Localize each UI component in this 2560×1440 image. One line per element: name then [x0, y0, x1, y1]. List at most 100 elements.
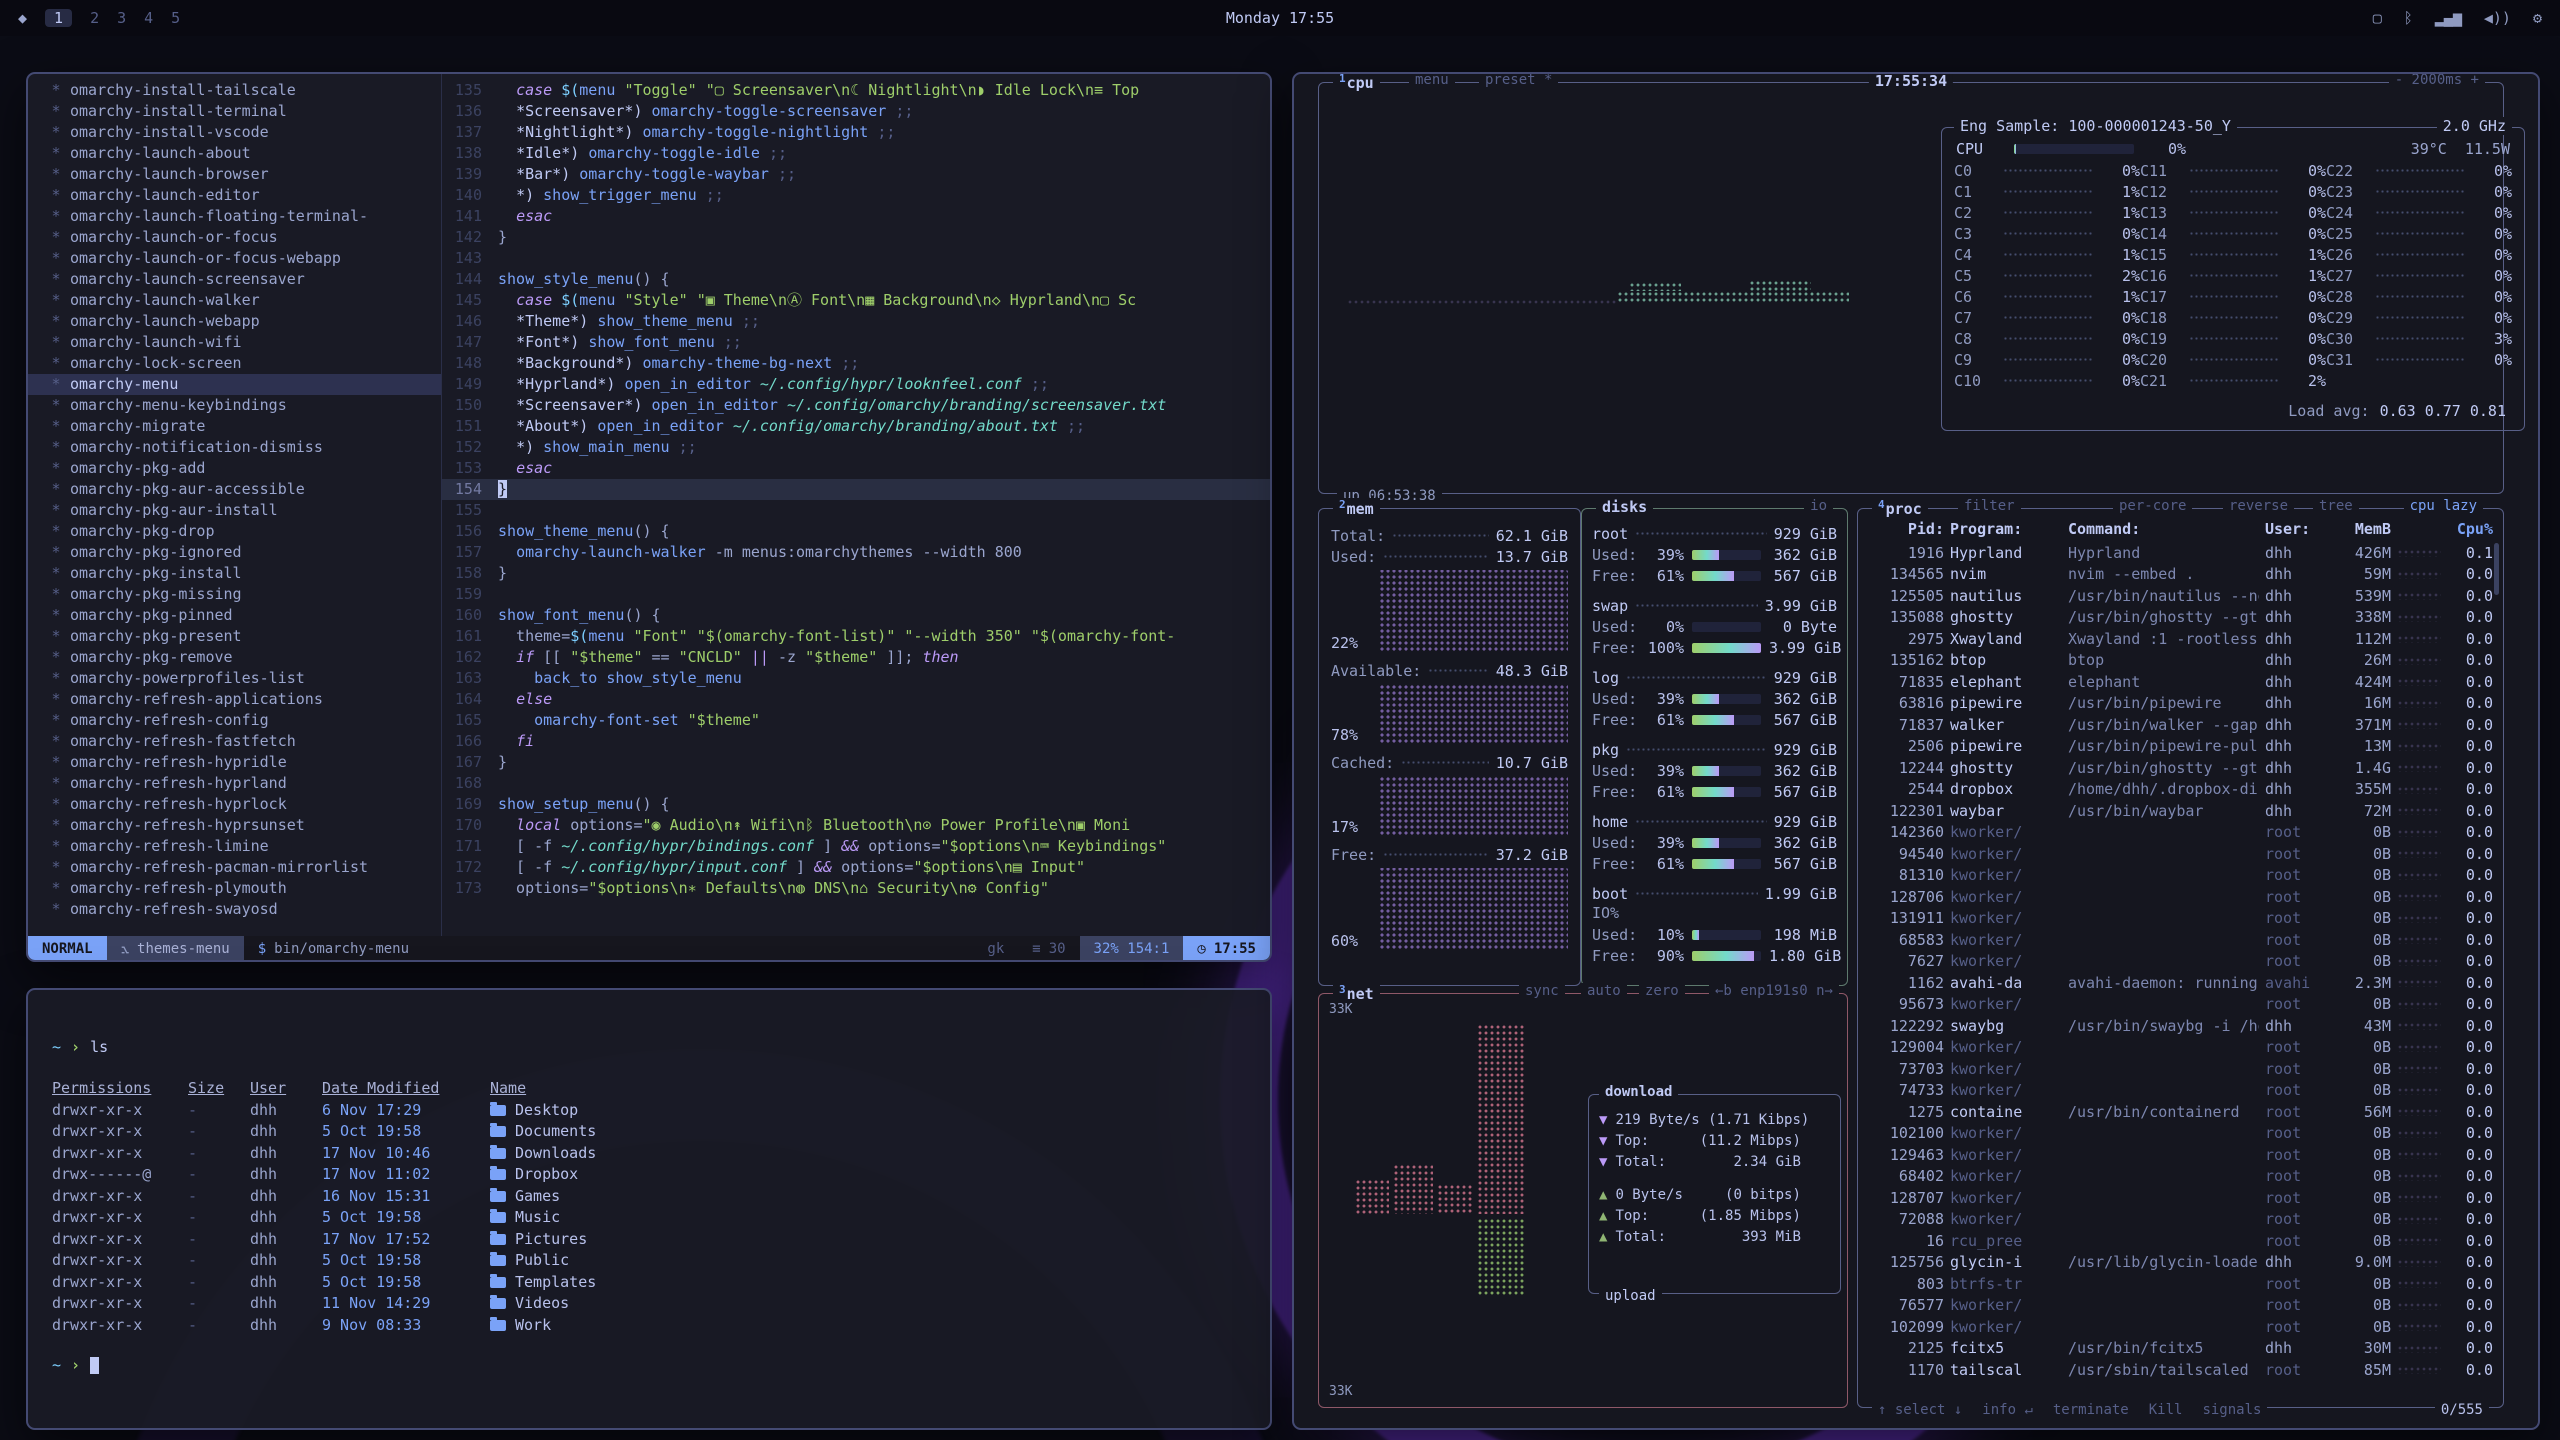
net-sync-toggle[interactable]: sync — [1519, 983, 1565, 999]
file-list-item[interactable]: *omarchy-pkg-install — [28, 563, 441, 584]
process-row[interactable]: 1170tailscal/usr/sbin/tailscaled --root8… — [1868, 1360, 2493, 1382]
terminate-hint[interactable]: terminate — [2053, 1402, 2129, 1418]
reverse-toggle[interactable]: reverse — [2223, 498, 2294, 514]
file-list-item[interactable]: *omarchy-pkg-missing — [28, 584, 441, 605]
code-line[interactable]: 154} — [442, 479, 1270, 500]
file-list-item[interactable]: *omarchy-refresh-hypridle — [28, 752, 441, 773]
code-line[interactable]: 157 omarchy-launch-walker -m menus:omarc… — [442, 542, 1270, 563]
file-list-item[interactable]: *omarchy-refresh-swayosd — [28, 899, 441, 920]
file-list-item[interactable]: *omarchy-launch-screensaver — [28, 269, 441, 290]
filter-toggle[interactable]: filter — [1958, 498, 2021, 514]
file-list-item[interactable]: *omarchy-refresh-hyprland — [28, 773, 441, 794]
code-line[interactable]: 150 *Screensaver*) open_in_editor ~/.con… — [442, 395, 1270, 416]
code-line[interactable]: 153 esac — [442, 458, 1270, 479]
code-line[interactable]: 159 — [442, 584, 1270, 605]
code-line[interactable]: 164 else — [442, 689, 1270, 710]
file-list-item[interactable]: *omarchy-refresh-config — [28, 710, 441, 731]
sort-selector[interactable]: cpu lazy — [2404, 498, 2483, 514]
process-row[interactable]: 1916HyprlandHyprlanddhh426M0.1 — [1868, 543, 2493, 565]
process-row[interactable]: 72088kworker/root0B0.0 — [1868, 1209, 2493, 1231]
code-line[interactable]: 143 — [442, 248, 1270, 269]
file-list-item[interactable]: *omarchy-migrate — [28, 416, 441, 437]
select-hint[interactable]: ↑ select ↓ — [1878, 1402, 1962, 1418]
process-row[interactable]: 1275containe/usr/bin/containerdroot56M0.… — [1868, 1102, 2493, 1124]
code-line[interactable]: 151 *About*) open_in_editor ~/.config/om… — [442, 416, 1270, 437]
code-line[interactable]: 148 *Background*) omarchy-theme-bg-next … — [442, 353, 1270, 374]
file-list-item[interactable]: *omarchy-refresh-hyprsunset — [28, 815, 441, 836]
file-list-item[interactable]: *omarchy-refresh-applications — [28, 689, 441, 710]
per-core-toggle[interactable]: per-core — [2113, 498, 2192, 514]
workspace-5[interactable]: 5 — [171, 9, 180, 27]
file-list-item[interactable]: *omarchy-pkg-aur-install — [28, 500, 441, 521]
process-row[interactable]: 2125fcitx5/usr/bin/fcitx5dhh30M0.0 — [1868, 1338, 2493, 1360]
process-row[interactable]: 73703kworker/root0B0.0 — [1868, 1059, 2493, 1081]
code-line[interactable]: 149 *Hyprland*) open_in_editor ~/.config… — [442, 374, 1270, 395]
code-line[interactable]: 135 case $(menu "Toggle" "▢ Screensaver\… — [442, 80, 1270, 101]
code-line[interactable]: 139 *Bar*) omarchy-toggle-waybar ;; — [442, 164, 1270, 185]
file-list-item[interactable]: *omarchy-refresh-plymouth — [28, 878, 441, 899]
process-row[interactable]: 122301waybar/usr/bin/waybardhh72M0.0 — [1868, 801, 2493, 823]
volume-icon[interactable]: ◀)) — [2484, 9, 2511, 27]
code-line[interactable]: 163 back_to show_style_menu — [442, 668, 1270, 689]
pid-column-header[interactable]: Pid: — [1868, 519, 1944, 541]
code-line[interactable]: 168 — [442, 773, 1270, 794]
file-list-item[interactable]: *omarchy-launch-browser — [28, 164, 441, 185]
prompt-line[interactable]: ~ › — [52, 1356, 1250, 1374]
process-row[interactable]: 7627kworker/root0B0.0 — [1868, 951, 2493, 973]
code-line[interactable]: 142} — [442, 227, 1270, 248]
code-line[interactable]: 155 — [442, 500, 1270, 521]
process-row[interactable]: 1162avahi-daavahi-daemon: running [avahi… — [1868, 973, 2493, 995]
file-list-item[interactable]: *omarchy-pkg-present — [28, 626, 441, 647]
process-row[interactable]: 94540kworker/root0B0.0 — [1868, 844, 2493, 866]
process-row[interactable]: 2506pipewire/usr/bin/pipewire-pulsedhh13… — [1868, 736, 2493, 758]
code-line[interactable]: 172 [ -f ~/.config/hypr/input.conf ] && … — [442, 857, 1270, 878]
file-list-item[interactable]: *omarchy-install-vscode — [28, 122, 441, 143]
process-row[interactable]: 102100kworker/root0B0.0 — [1868, 1123, 2493, 1145]
file-list-item[interactable]: *omarchy-pkg-remove — [28, 647, 441, 668]
process-row[interactable]: 122292swaybg/usr/bin/swaybg -i /homdhh43… — [1868, 1016, 2493, 1038]
code-pane[interactable]: 135 case $(menu "Toggle" "▢ Screensaver\… — [442, 74, 1270, 936]
file-list-item[interactable]: *omarchy-launch-or-focus — [28, 227, 441, 248]
code-line[interactable]: 144show_style_menu() { — [442, 269, 1270, 290]
terminal-window[interactable]: ~ › ls Permissions Size User Date Modifi… — [26, 988, 1272, 1430]
signals-hint[interactable]: signals — [2202, 1402, 2261, 1418]
process-row[interactable]: 12244ghostty/usr/bin/ghostty --gtk-dhh1.… — [1868, 758, 2493, 780]
code-line[interactable]: 145 case $(menu "Style" "▣ Theme\nⒶ Font… — [442, 290, 1270, 311]
process-row[interactable]: 68583kworker/root0B0.0 — [1868, 930, 2493, 952]
editor-window[interactable]: *omarchy-install-tailscale*omarchy-insta… — [26, 72, 1272, 962]
process-table-header[interactable]: Pid: Program: Command: User: MemB Cpu% — [1868, 519, 2493, 541]
user-column-header[interactable]: User: — [2265, 519, 2323, 541]
code-line[interactable]: 173 options="$options\n∗ Defaults\n◍ DNS… — [442, 878, 1270, 899]
code-line[interactable]: 158} — [442, 563, 1270, 584]
menu-toggle[interactable]: menu — [1409, 72, 1455, 88]
code-line[interactable]: 162 if [[ "$theme" == "CNCLD" || -z "$th… — [442, 647, 1270, 668]
code-line[interactable]: 165 omarchy-font-set "$theme" — [442, 710, 1270, 731]
file-list-item[interactable]: *omarchy-launch-about — [28, 143, 441, 164]
settings-icon[interactable]: ⚙ — [2533, 9, 2542, 27]
workspace-1[interactable]: 1 — [45, 9, 72, 27]
process-row[interactable]: 134565nvimnvim --embed .dhh59M0.0 — [1868, 564, 2493, 586]
network-signal-icon[interactable]: ▂▄▆ — [2435, 9, 2462, 27]
process-row[interactable]: 16rcu_preeroot0B0.0 — [1868, 1231, 2493, 1253]
command-column-header[interactable]: Command: — [2068, 519, 2259, 541]
process-row[interactable]: 74733kworker/root0B0.0 — [1868, 1080, 2493, 1102]
file-list-item[interactable]: *omarchy-pkg-aur-accessible — [28, 479, 441, 500]
file-list-item[interactable]: *omarchy-install-terminal — [28, 101, 441, 122]
file-list-item[interactable]: *omarchy-launch-editor — [28, 185, 441, 206]
file-list-item[interactable]: *omarchy-launch-webapp — [28, 311, 441, 332]
kill-hint[interactable]: Kill — [2149, 1402, 2183, 1418]
code-line[interactable]: 167} — [442, 752, 1270, 773]
file-list-item[interactable]: *omarchy-install-tailscale — [28, 80, 441, 101]
process-row[interactable]: 803btrfs-trroot0B0.0 — [1868, 1274, 2493, 1296]
process-row[interactable]: 71837walker/usr/bin/walker --gappldhh371… — [1868, 715, 2493, 737]
workspace-4[interactable]: 4 — [144, 9, 153, 27]
process-row[interactable]: 128706kworker/root0B0.0 — [1868, 887, 2493, 909]
bluetooth-icon[interactable]: ᛒ — [2404, 9, 2413, 27]
code-line[interactable]: 138 *Idle*) omarchy-toggle-idle ;; — [442, 143, 1270, 164]
program-column-header[interactable]: Program: — [1950, 519, 2062, 541]
file-list-item[interactable]: *omarchy-menu-keybindings — [28, 395, 441, 416]
screencast-icon[interactable]: ▢ — [2373, 9, 2382, 27]
code-line[interactable]: 169show_setup_menu() { — [442, 794, 1270, 815]
code-line[interactable]: 170 local options="◉ Audio\n↟ Wifi\nᛒ Bl… — [442, 815, 1270, 836]
workspace-2[interactable]: 2 — [90, 9, 99, 27]
